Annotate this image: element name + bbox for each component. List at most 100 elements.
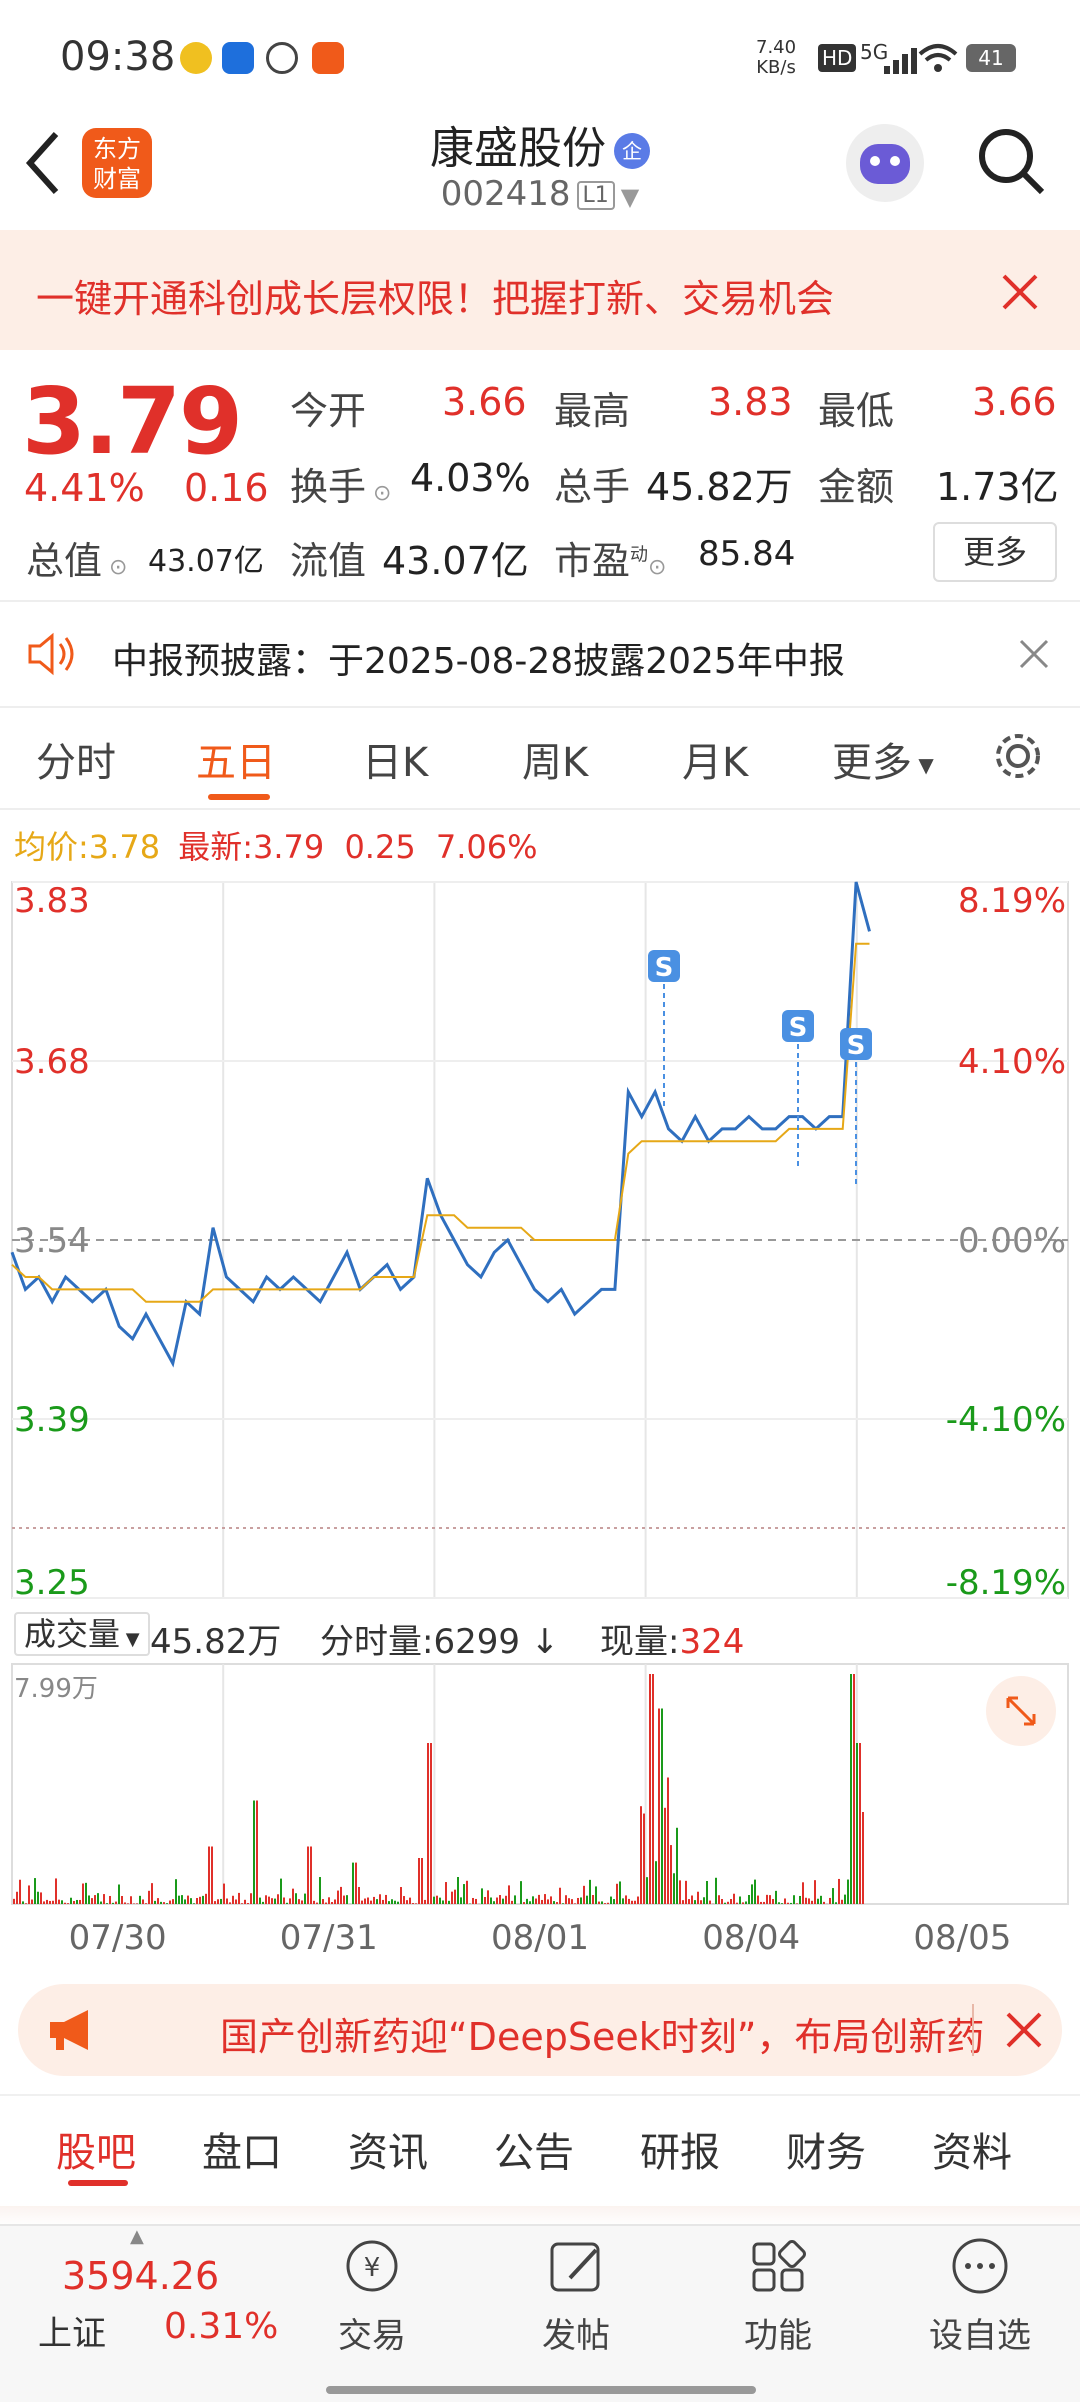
index-value[interactable]: 3594.26 xyxy=(62,2254,219,2298)
mktcap-label: 总值 ⊙ xyxy=(26,539,128,583)
high-label: 最高 xyxy=(554,389,631,433)
divider xyxy=(972,2004,974,2056)
tab-finance[interactable]: 财务 xyxy=(786,2120,866,2178)
price-line xyxy=(10,881,871,1368)
net-speed: 7.40 KB/s xyxy=(756,37,797,78)
speaker-icon xyxy=(28,632,74,676)
index-pct: 0.31% xyxy=(164,2306,279,2347)
x-tick-label: 07/30 xyxy=(68,1918,167,1958)
search-icon[interactable] xyxy=(976,126,1048,198)
change-pct: 4.41% xyxy=(24,466,145,510)
close-icon[interactable] xyxy=(1000,272,1040,312)
signal-marker-label: S xyxy=(789,1013,808,1043)
tab-announcements[interactable]: 公告 xyxy=(494,2120,574,2178)
y-tick-label: 3.54 xyxy=(14,1221,90,1261)
low-value: 3.66 xyxy=(972,380,1057,424)
close-icon[interactable] xyxy=(1004,2010,1044,2050)
post-label: 发帖 xyxy=(542,2316,610,2356)
tab-five-day[interactable]: 五日 xyxy=(196,730,276,788)
tab-monthly-k[interactable]: 月K xyxy=(682,730,748,788)
post-button[interactable]: 发帖 xyxy=(526,2234,626,2357)
x-tick-label: 07/31 xyxy=(279,1918,378,1958)
megaphone-icon xyxy=(50,2010,88,2050)
tab-indicator xyxy=(68,2180,128,2186)
signal-bars-icon xyxy=(884,48,917,74)
period-volume: 分时量:6299 ↓ xyxy=(320,1622,560,1662)
y-tick-pct-label: -8.19% xyxy=(946,1563,1066,1603)
status-bar: 09:38 7.40 KB/s HD 5G 41 xyxy=(0,0,1080,110)
battery-icon: 41 xyxy=(966,44,1016,72)
tab-intraday[interactable]: 分时 xyxy=(36,730,116,788)
robot-avatar[interactable] xyxy=(846,124,924,202)
trade-icon: ¥ xyxy=(346,2240,398,2292)
hd-icon: HD xyxy=(818,44,857,72)
grid-icon xyxy=(752,2240,806,2292)
tab-daily-k[interactable]: 日K xyxy=(362,730,428,788)
open-value: 3.66 xyxy=(442,380,527,424)
gear-icon[interactable] xyxy=(990,728,1046,784)
expand-icon[interactable] xyxy=(986,1676,1056,1746)
pe-value: 85.84 xyxy=(698,534,796,574)
close-icon[interactable] xyxy=(1018,638,1050,670)
x-tick-label: 08/04 xyxy=(702,1918,801,1958)
index-name: 上证 xyxy=(38,2314,106,2354)
status-time: 09:38 xyxy=(60,34,176,80)
pe-label: 市盈动⊙ xyxy=(554,539,667,583)
promo-pill[interactable]: 国产创新药迎“DeepSeek时刻”，布局创新药 xyxy=(18,1984,1062,2076)
function-button[interactable]: 功能 xyxy=(728,2234,828,2357)
turnover-label: 换手 ⊙ xyxy=(290,465,392,509)
x-tick-label: 08/05 xyxy=(913,1918,1012,1958)
home-indicator xyxy=(326,2386,756,2394)
notice-bar[interactable]: 中报预披露：于2025-08-28披露2025年中报 xyxy=(0,600,1080,708)
float-label: 流值 xyxy=(290,539,367,583)
content-peek xyxy=(0,2206,1080,2226)
tab-orderbook[interactable]: 盘口 xyxy=(202,2120,282,2178)
banner-text: 一键开通科创成长层权限！把握打新、交易机会 xyxy=(36,277,835,321)
caret-up-icon: ▲ xyxy=(130,2226,144,2247)
add-watchlist-button[interactable]: 设自选 xyxy=(920,2234,1040,2357)
tab-profile[interactable]: 资料 xyxy=(932,2120,1012,2178)
tab-weekly-k[interactable]: 周K xyxy=(522,730,588,788)
promo-banner[interactable]: 一键开通科创成长层权限！把握打新、交易机会 xyxy=(0,230,1080,350)
volume-label: 总手 xyxy=(554,465,631,509)
y-tick-label: 3.68 xyxy=(14,1042,90,1082)
current-price: 3.79 xyxy=(22,368,243,475)
trade-label: 交易 xyxy=(338,2316,406,2356)
tab-more[interactable]: 更多 ▼ xyxy=(832,730,934,788)
price-chart[interactable]: 3.83 8.19% 3.68 4.10% 3.54 0.00% 3.39 -4.10% 3.2… xyxy=(0,870,1080,1610)
volume-chart[interactable] xyxy=(0,1660,1080,1910)
tab-indicator xyxy=(208,794,270,800)
amount-value: 1.73亿 xyxy=(936,465,1059,509)
float-value: 43.07亿 xyxy=(382,539,529,583)
trade-button[interactable]: ¥ 交易 xyxy=(322,2234,422,2357)
indicator-select[interactable]: 成交量 ▼ xyxy=(14,1612,150,1656)
speed-icon xyxy=(266,42,298,74)
current-volume: 现量:324 xyxy=(600,1622,745,1662)
tab-guba[interactable]: 股吧 xyxy=(56,2120,136,2178)
signal-marker-label: S xyxy=(655,953,674,983)
mktcap-value: 43.07亿 xyxy=(148,544,264,579)
y-tick-pct-label: 8.19% xyxy=(958,881,1066,921)
turnover-value: 4.03% xyxy=(410,456,531,500)
y-tick-pct-label: 4.10% xyxy=(958,1042,1066,1082)
signal-marker-label: S xyxy=(847,1031,866,1061)
y-tick-pct-label: -4.10% xyxy=(946,1400,1066,1440)
svg-text:¥: ¥ xyxy=(364,2253,381,2283)
tab-news[interactable]: 资讯 xyxy=(348,2120,428,2178)
notice-text: 中报预披露：于2025-08-28披露2025年中报 xyxy=(112,641,845,682)
y-tick-label: 3.39 xyxy=(14,1400,90,1440)
tab-research[interactable]: 研报 xyxy=(640,2120,720,2178)
enterprise-badge: 企 xyxy=(614,133,650,169)
more-button[interactable]: 更多 xyxy=(933,522,1057,582)
volume-value: 45.82万 xyxy=(646,465,793,509)
change-value: 0.16 xyxy=(184,466,269,510)
promo-text: 国产创新药迎“DeepSeek时刻”，布局创新药 xyxy=(220,2015,985,2059)
more-dots-icon xyxy=(952,2238,1008,2294)
function-label: 功能 xyxy=(744,2316,812,2356)
app-notification-icon xyxy=(222,42,254,74)
x-tick-label: 08/01 xyxy=(491,1918,589,1958)
x-axis: 07/30 07/31 08/01 08/04 08/05 xyxy=(0,1912,1080,1962)
chart-legend: 均价:3.78 最新:3.79 0.25 7.06% xyxy=(14,828,538,866)
watch-label: 设自选 xyxy=(929,2316,1031,2356)
low-label: 最低 xyxy=(818,389,895,433)
